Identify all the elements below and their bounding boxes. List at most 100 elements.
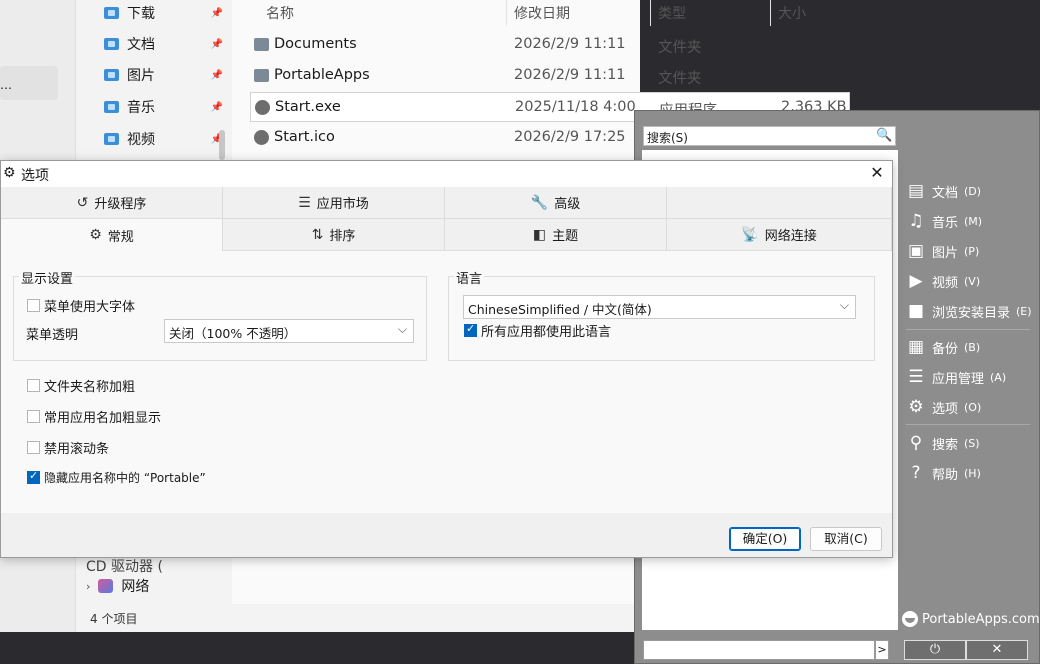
chevron-right-icon[interactable]: ›: [86, 580, 90, 593]
file-row[interactable]: PortableApps 2026/2/9 11:11 文件夹: [250, 61, 850, 91]
column-separator: [650, 0, 651, 26]
pin-icon: 📌: [210, 69, 223, 81]
cancel-button[interactable]: 取消(C): [810, 527, 882, 551]
nav-item-pictures[interactable]: 图片 📌: [104, 62, 223, 88]
menu-item-options[interactable]: ⚙ 选项 (O): [906, 394, 981, 420]
checkbox-unchecked[interactable]: [27, 379, 40, 392]
app-icon: [255, 100, 270, 115]
menu-item-videos[interactable]: ▶ 视频 (V): [906, 268, 980, 294]
tab-network[interactable]: 📡 网络连接: [667, 219, 892, 251]
column-header-date[interactable]: 修改日期: [514, 0, 570, 26]
search-icon: ⚲: [909, 433, 923, 453]
tab-updater[interactable]: ↺ 升级程序: [1, 187, 223, 219]
hide-portable-checkbox[interactable]: 隐藏应用名称中的 “Portable”: [27, 469, 206, 486]
search-icon[interactable]: 🔍: [876, 128, 892, 144]
dialog-title-bar[interactable]: ⚙ 选项 ✕: [1, 161, 892, 187]
close-menu-button[interactable]: ✕: [966, 640, 1028, 660]
nav-item-label: 文档: [127, 37, 155, 53]
checkbox-unchecked[interactable]: [27, 441, 40, 454]
bold-favorite-apps-checkbox[interactable]: 常用应用名加粗显示: [27, 407, 161, 426]
chevron-down-icon: ⌵: [839, 298, 849, 312]
documents-icon: ▤: [907, 181, 925, 201]
checkbox-checked[interactable]: [464, 322, 477, 337]
search-input[interactable]: 搜索(S): [643, 126, 896, 146]
nav-item-videos[interactable]: 视频 📌: [104, 126, 223, 152]
file-row[interactable]: Documents 2026/2/9 11:11 文件夹: [250, 30, 850, 60]
menu-item-backup[interactable]: ▦ 备份 (B): [906, 334, 980, 360]
pin-icon: 📌: [210, 101, 223, 113]
menu-item-search[interactable]: ⚲ 搜索 (S): [906, 430, 980, 456]
menu-item-help[interactable]: ? 帮助 (H): [906, 460, 980, 486]
menu-item-app-manager[interactable]: ☰ 应用管理 (A): [906, 364, 1006, 390]
tab-theme[interactable]: ◧ 主题: [445, 219, 667, 251]
portableapps-brand[interactable]: PortableApps.com: [902, 611, 1040, 627]
checkbox-unchecked[interactable]: [27, 410, 40, 423]
menu-separator: [906, 329, 1030, 330]
display-settings-title: 显示设置: [19, 268, 76, 287]
transparency-dropdown[interactable]: 关闭（100% 不透明） ⌵: [164, 319, 414, 343]
nav-item-label: 音乐: [127, 100, 155, 116]
large-font-checkbox[interactable]: 菜单使用大字体: [27, 296, 135, 315]
folder-icon: [254, 38, 269, 51]
tab-advanced[interactable]: 🔧 高级: [445, 187, 667, 219]
menu-item-pictures[interactable]: ▣ 图片 (P): [906, 238, 979, 264]
bold-folder-names-checkbox[interactable]: 文件夹名称加粗: [27, 376, 135, 395]
tab-general[interactable]: ⚙ 常规: [1, 219, 223, 251]
downloads-folder-icon: [104, 7, 119, 19]
pin-icon: 📌: [210, 38, 223, 50]
tab-sort[interactable]: ⇅ 排序: [223, 219, 445, 251]
icon-file-icon: [254, 130, 269, 145]
power-icon: ⏻: [929, 642, 941, 657]
music-folder-icon: [104, 101, 119, 113]
transparency-label: 菜单透明: [26, 328, 79, 343]
menu-item-music[interactable]: ♫ 音乐 (M): [906, 208, 982, 234]
backup-icon: ▦: [907, 337, 925, 357]
nav-item-downloads[interactable]: 下载 📌: [104, 0, 223, 26]
options-dialog: ⚙ 选项 ✕ ↺ 升级程序 ☰ 应用市场 🔧 高级 ⚙ 常规 ⇅ 排序 ◧ 主题…: [0, 160, 893, 558]
checkbox-unchecked[interactable]: [27, 299, 40, 312]
language-title: 语言: [454, 268, 485, 287]
left-more-item[interactable]: …: [0, 66, 58, 100]
tab-app-store[interactable]: ☰ 应用市场: [223, 187, 445, 219]
nav-item-documents[interactable]: 文档 📌: [104, 31, 223, 57]
close-button[interactable]: ✕: [867, 163, 887, 183]
gear-icon: ⚙: [3, 165, 16, 181]
bottom-go-button[interactable]: >: [875, 640, 889, 660]
pictures-icon: ▣: [907, 241, 925, 261]
documents-folder-icon: [104, 38, 119, 50]
item-count: 4 个项目: [90, 612, 138, 626]
column-header-size[interactable]: 大小: [778, 0, 806, 26]
column-header-type[interactable]: 类型: [658, 0, 686, 26]
ok-button[interactable]: 确定(O): [729, 527, 801, 551]
all-apps-language-checkbox[interactable]: 所有应用都使用此语言: [464, 321, 611, 340]
sort-icon: ⇅: [311, 226, 324, 243]
nav-scrollbar-thumb[interactable]: [219, 130, 225, 160]
power-button[interactable]: ⏻: [904, 640, 966, 660]
menu-item-browse-install-dir[interactable]: ■ 浏览安装目录 (E): [906, 298, 1032, 324]
network-icon: [98, 579, 114, 593]
nav-item-label: 视频: [127, 132, 155, 148]
checkbox-checked[interactable]: [27, 469, 40, 484]
videos-folder-icon: [104, 133, 119, 145]
disable-scrollbar-checkbox[interactable]: 禁用滚动条: [27, 438, 109, 457]
general-tab-panel: 显示设置 菜单使用大字体 菜单透明 关闭（100% 不透明） ⌵ 语言 Chin…: [1, 251, 892, 513]
column-header-name[interactable]: 名称: [266, 0, 294, 26]
history-icon: ↺: [76, 194, 89, 211]
pictures-folder-icon: [104, 69, 119, 81]
nav-item-music[interactable]: 音乐 📌: [104, 94, 223, 120]
nav-item-network[interactable]: › 网络: [86, 576, 149, 596]
language-dropdown[interactable]: ChineseSimplified / 中文(简体) ⌵: [463, 295, 856, 319]
theme-icon: ◧: [532, 226, 547, 243]
gear-icon: ⚙: [89, 227, 102, 243]
help-icon: ?: [911, 463, 921, 483]
nav-item-label: 图片: [127, 68, 155, 84]
list-icon: ☰: [298, 194, 311, 211]
music-icon: ♫: [908, 211, 924, 231]
apps-icon: ☰: [908, 367, 924, 387]
wrench-icon: 🔧: [530, 194, 549, 211]
menu-item-documents[interactable]: ▤ 文档 (D): [906, 178, 981, 204]
portableapps-logo-icon: [902, 611, 918, 627]
nav-item-cd-drive[interactable]: CD 驱动器 (: [86, 556, 163, 576]
column-separator: [506, 0, 507, 26]
bottom-search-input[interactable]: [643, 640, 875, 660]
